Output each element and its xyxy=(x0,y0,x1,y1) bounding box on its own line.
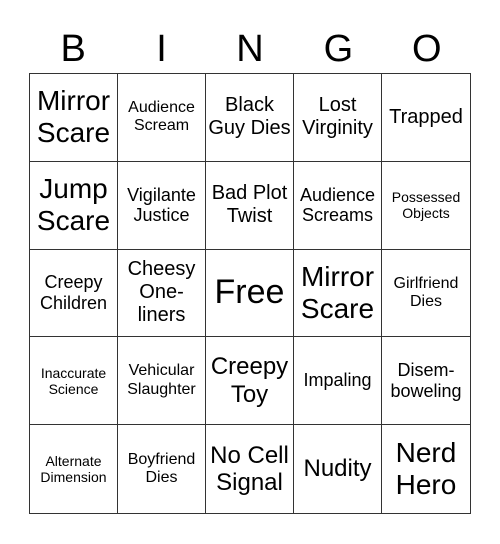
bingo-cell[interactable]: Audience Screams xyxy=(294,161,382,250)
bingo-cell[interactable]: Trapped xyxy=(382,74,470,162)
bingo-cell[interactable]: Nudity xyxy=(294,425,382,513)
bingo-cell[interactable]: Audience Scream xyxy=(118,74,206,162)
bingo-cell[interactable]: Vehicular Slaughter xyxy=(118,337,206,426)
bingo-cell[interactable]: Possessed Objects xyxy=(382,162,470,250)
bingo-cell[interactable]: Bad Plot Twist xyxy=(206,161,294,250)
header-letter-g: G xyxy=(323,28,354,70)
bingo-cell[interactable]: Black Guy Dies xyxy=(206,74,294,162)
header-letter-o: O xyxy=(411,28,442,70)
bingo-cell[interactable]: Lost Virginity xyxy=(294,74,382,162)
bingo-cell[interactable]: Creepy Children xyxy=(30,249,118,338)
bingo-cell[interactable]: Alternate Dimension xyxy=(30,425,118,513)
bingo-cell[interactable]: No Cell Signal xyxy=(206,425,294,513)
bingo-header: B I N G O xyxy=(29,24,471,74)
bingo-cell[interactable]: Boyfriend Dies xyxy=(118,425,206,513)
bingo-cell[interactable]: Jump Scare xyxy=(30,161,118,250)
bingo-cell[interactable]: Vigilante Justice xyxy=(118,161,206,250)
bingo-cell[interactable]: Mirror Scare xyxy=(294,249,382,338)
bingo-cell[interactable]: Cheesy One-liners xyxy=(118,249,206,338)
bingo-cell[interactable]: Disem-boweling xyxy=(382,337,470,426)
header-letter-n: N xyxy=(236,28,264,70)
free-space-cell[interactable]: Free xyxy=(206,249,294,338)
bingo-cell[interactable]: Inaccurate Science xyxy=(30,337,118,426)
header-letter-b: B xyxy=(60,28,86,70)
bingo-cell[interactable]: Impaling xyxy=(294,337,382,426)
bingo-cell[interactable]: Creepy Toy xyxy=(206,337,294,426)
bingo-cell[interactable]: Nerd Hero xyxy=(382,425,470,513)
header-letter-i: I xyxy=(156,28,167,70)
bingo-cell[interactable]: Girlfriend Dies xyxy=(382,250,470,338)
bingo-grid: Mirror Scare Audience Scream Black Guy D… xyxy=(29,73,471,514)
bingo-cell[interactable]: Mirror Scare xyxy=(30,74,118,162)
